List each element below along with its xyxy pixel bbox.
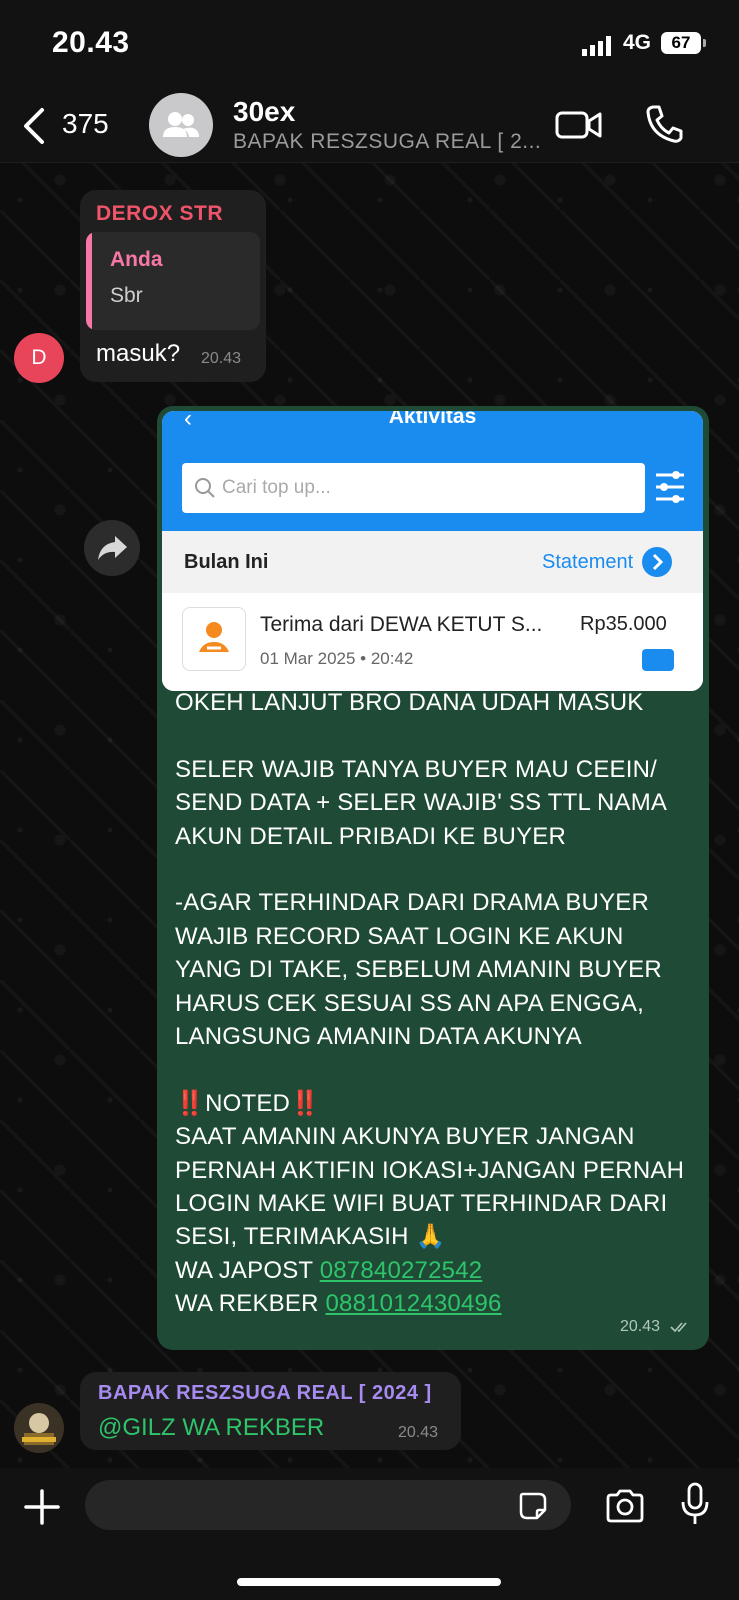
outgoing-message[interactable]: ‹ Aktivitas Cari top up... Bulan Ini Sta… [157,406,709,1350]
shot-tx-title: Terima dari DEWA KETUT S... [260,613,543,636]
avatar-logo-icon [22,1413,56,1445]
forward-icon [98,536,127,560]
contact-label: WA JAPOST [175,1256,320,1284]
status-bar: 20.43 4G 67 [0,0,739,90]
chat-subtitle[interactable]: BAPAK RESZSUGA REAL [ 2... [233,130,543,154]
shot-transaction-row: Terima dari DEWA KETUT S... Rp35.000 01 … [162,593,703,691]
group-icon [163,112,199,137]
message-time: 20.43 [620,1318,661,1335]
composer-bar [0,1468,739,1600]
contact-line: WA REKBER 0881012430496 [175,1287,695,1320]
shot-search: Cari top up... [182,463,645,513]
contact-label: WA REKBER [175,1290,326,1318]
text-line: SAAT AMANIN AKUNYA BUYER JANGAN PERNAH A… [175,1123,685,1251]
avatar[interactable]: D [14,333,64,383]
quote-text: Sbr [110,284,143,307]
wallet-badge-icon [642,649,674,671]
shot-statement: Statement [542,551,634,573]
signal-icon [582,36,611,56]
mention-link[interactable]: @GILZ WA REKBER [98,1414,324,1441]
quote-bar [86,232,92,330]
status-time: 20.43 [52,26,130,59]
quoted-reply[interactable]: Anda Sbr [86,232,260,330]
microphone-icon[interactable] [680,1482,710,1526]
shot-tx-date: 01 Mar 2025 • 20:42 [260,649,414,668]
search-icon [195,478,215,498]
chat-header: 375 30ex BAPAK RESZSUGA REAL [ 2... [0,90,739,163]
phone-link[interactable]: 087840272542 [320,1257,483,1284]
message-input[interactable] [85,1480,571,1530]
incoming-message[interactable]: DEROX STR Anda Sbr masuk? 20.43 [80,190,266,382]
shot-search-placeholder: Cari top up... [222,477,331,498]
quote-author: Anda [110,248,163,271]
battery-icon: 67 [661,32,701,54]
shot-tx-amount: Rp35.000 [580,613,667,635]
battery-tip [703,39,706,47]
contact-line: WA JAPOST 087840272542 [175,1254,695,1287]
message-text: @GILZ WA REKBER [98,1414,324,1442]
read-ticks-icon [670,1322,687,1333]
video-call-icon[interactable] [555,107,603,143]
sender-name[interactable]: BAPAK RESZSUGA REAL [ 2024 ] [98,1382,432,1405]
message-text: OKEH LANJUT BRO DANA UDAH MASUK SELER WA… [175,686,695,1321]
network-label: 4G [623,31,652,54]
double-exclamation-icon: ‼️ [175,1089,206,1117]
avatar[interactable] [14,1403,64,1453]
home-indicator [237,1578,501,1586]
sender-name[interactable]: DEROX STR [96,202,223,226]
shot-header: ‹ Aktivitas Cari top up... [162,411,703,531]
sticker-icon[interactable] [517,1490,549,1522]
text-line: OKEH LANJUT BRO DANA UDAH MASUK [175,689,644,716]
camera-icon[interactable] [604,1488,646,1524]
shot-month-row: Bulan Ini Statement [162,531,703,593]
unread-count[interactable]: 375 [62,108,109,140]
noted-line: ‼️NOTED‼️ [175,1087,695,1120]
message-time: 20.43 [398,1424,439,1441]
chat-title[interactable]: 30ex [233,96,295,128]
chevron-right-icon [642,547,672,577]
group-avatar[interactable] [149,93,213,157]
phone-icon[interactable] [645,104,683,144]
shot-month-label: Bulan Ini [184,551,269,573]
forward-button[interactable] [84,520,140,576]
image-attachment[interactable]: ‹ Aktivitas Cari top up... Bulan Ini Sta… [162,411,703,691]
plus-icon[interactable] [23,1488,61,1526]
chevron-left-icon[interactable] [22,106,46,146]
filter-icon [656,471,684,503]
noted-label: NOTED [205,1089,291,1117]
double-exclamation-icon: ‼️ [290,1089,321,1117]
phone-link[interactable]: 0881012430496 [325,1290,501,1317]
text-line: -AGAR TERHINDAR DARI DRAMA BUYER WAJIB R… [175,889,662,1051]
incoming-message[interactable]: BAPAK RESZSUGA REAL [ 2024 ] @GILZ WA RE… [80,1372,461,1450]
message-text: masuk? [96,340,181,367]
text-line: SELER WAJIB TANYA BUYER MAU CEEIN/ SEND … [175,755,666,850]
message-time: 20.43 [201,350,242,367]
shot-title: Aktivitas [388,411,477,428]
receive-money-icon [182,607,246,671]
